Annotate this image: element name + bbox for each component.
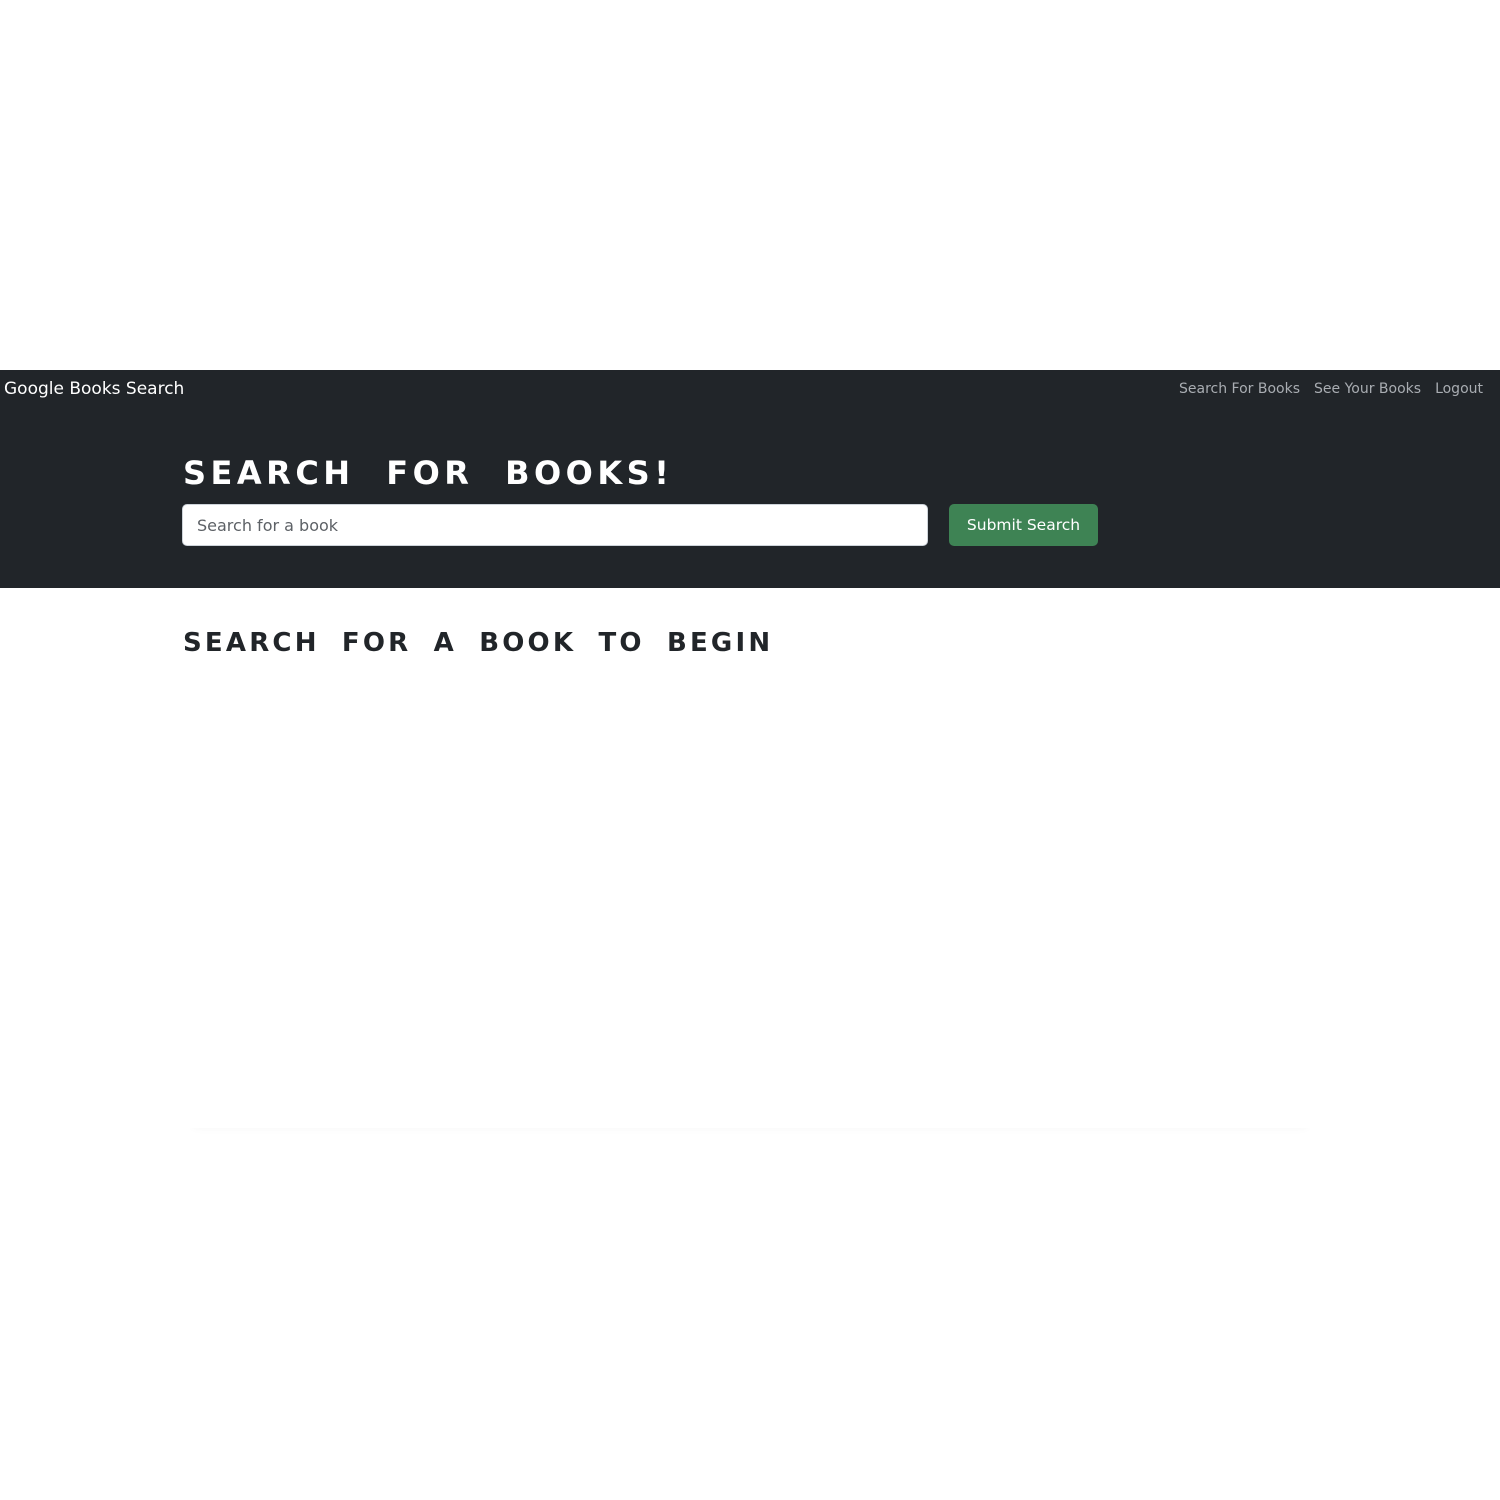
page-title: Search for Books! bbox=[183, 454, 674, 492]
search-input[interactable] bbox=[182, 504, 928, 546]
nav-link-logout[interactable]: Logout bbox=[1435, 381, 1483, 397]
nav-link-see-your-books[interactable]: See Your Books bbox=[1314, 381, 1421, 397]
search-hero: Search for Books! Submit Search bbox=[0, 412, 1500, 588]
submit-search-button[interactable]: Submit Search bbox=[949, 504, 1098, 546]
navbar: Google Books Search Search For Books See… bbox=[0, 370, 1500, 412]
results-area bbox=[183, 690, 1317, 1128]
nav-links: Search For Books See Your Books Logout bbox=[1179, 381, 1483, 397]
nav-link-search-for-books[interactable]: Search For Books bbox=[1179, 381, 1300, 397]
page: Google Books Search Search For Books See… bbox=[0, 0, 1500, 1500]
results-heading: Search for a book to begin bbox=[183, 628, 774, 658]
brand-link[interactable]: Google Books Search bbox=[4, 379, 184, 399]
